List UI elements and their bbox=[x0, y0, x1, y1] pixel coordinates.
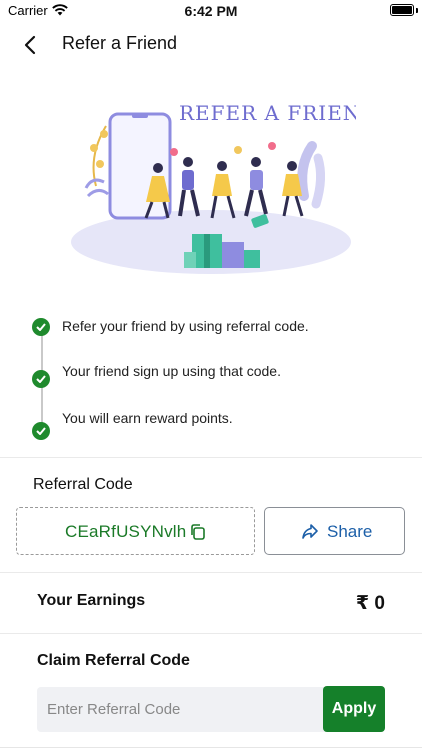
share-icon bbox=[301, 523, 319, 546]
referral-code-box[interactable]: CEaRfUSYNvlh bbox=[16, 507, 255, 555]
copy-icon[interactable] bbox=[189, 523, 207, 541]
status-time: 6:42 PM bbox=[184, 3, 238, 19]
nav-bar: Refer a Friend bbox=[0, 24, 422, 64]
share-label: Share bbox=[327, 522, 373, 541]
page-title: Refer a Friend bbox=[62, 33, 178, 53]
earnings-value: ₹ 0 bbox=[355, 593, 385, 614]
referral-code-label: Referral Code bbox=[33, 476, 133, 493]
share-button[interactable]: Share bbox=[264, 507, 405, 555]
step-item: Your friend sign up using that code. bbox=[32, 363, 412, 392]
step-item: You will earn reward points. bbox=[32, 410, 412, 444]
section-divider bbox=[0, 633, 422, 634]
chevron-left-icon bbox=[24, 35, 36, 55]
claim-referral-label: Claim Referral Code bbox=[37, 652, 190, 669]
step-text: Refer your friend by using referral code… bbox=[62, 318, 309, 334]
check-circle-icon bbox=[32, 422, 50, 440]
step-item: Refer your friend by using referral code… bbox=[32, 318, 412, 340]
back-button[interactable] bbox=[18, 32, 44, 58]
referral-code-value: CEaRfUSYNvlh bbox=[65, 522, 187, 541]
step-text: Your friend sign up using that code. bbox=[62, 363, 281, 379]
earnings-label: Your Earnings bbox=[37, 592, 146, 609]
refer-illustration: REFER A FRIEND bbox=[66, 86, 377, 282]
referral-steps: Refer your friend by using referral code… bbox=[0, 310, 422, 450]
battery-tip bbox=[416, 8, 418, 13]
status-bar: Carrier 6:42 PM bbox=[0, 0, 422, 22]
check-circle-icon bbox=[32, 370, 50, 388]
apply-button[interactable]: Apply bbox=[323, 686, 385, 732]
referral-code-input[interactable] bbox=[37, 687, 327, 732]
section-divider bbox=[0, 572, 422, 573]
bottom-divider bbox=[0, 747, 422, 748]
illustration-heading: REFER A FRIEND bbox=[179, 101, 356, 125]
battery-icon bbox=[390, 4, 414, 16]
check-circle-icon bbox=[32, 318, 50, 336]
step-text: You will earn reward points. bbox=[62, 410, 233, 426]
section-divider bbox=[0, 457, 422, 458]
